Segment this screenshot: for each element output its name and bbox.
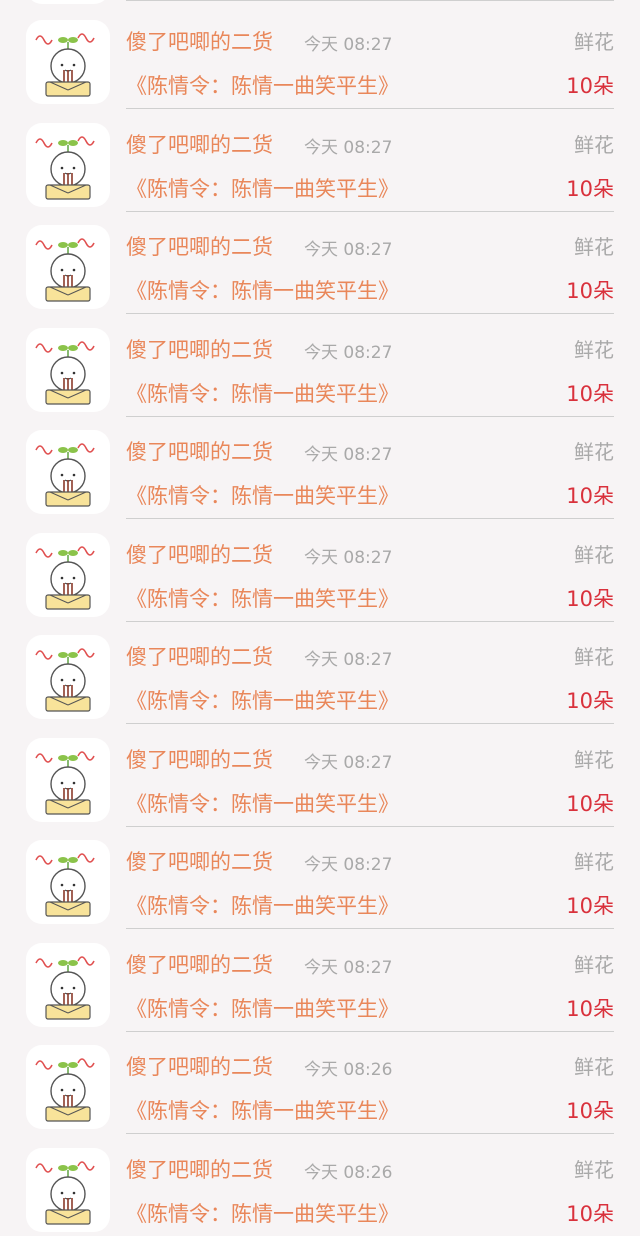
gift-count: 10朵 [566, 993, 614, 1023]
sender-name[interactable]: 傻了吧唧的二货 [126, 334, 273, 364]
book-title-link[interactable]: 《陈情令：陈情一曲笑平生》 [126, 1095, 399, 1125]
gift-count: 10朵 [566, 275, 614, 305]
cartoon-avatar-icon [26, 123, 110, 207]
list-item[interactable]: 傻了吧唧的二货 今天 08:27 鲜花 《陈情令：陈情一曲笑平生》 10朵 [0, 826, 640, 929]
timestamp: 今天 08:26 [304, 1158, 392, 1183]
gift-type: 鲜花 [574, 26, 614, 55]
timestamp: 今天 08:27 [304, 338, 392, 363]
timestamp: 今天 08:27 [304, 440, 392, 465]
avatar[interactable] [26, 123, 110, 207]
cartoon-avatar-icon [26, 20, 110, 104]
sender-name[interactable]: 傻了吧唧的二货 [126, 949, 273, 979]
avatar[interactable] [26, 430, 110, 514]
sender-name[interactable]: 傻了吧唧的二货 [126, 641, 273, 671]
list-item[interactable]: 傻了吧唧的二货 今天 08:27 鲜花 《陈情令：陈情一曲笑平生》 10朵 [0, 6, 640, 109]
timestamp: 今天 08:26 [304, 1055, 392, 1080]
gift-count: 10朵 [566, 685, 614, 715]
avatar[interactable] [26, 840, 110, 924]
list-item[interactable]: 傻了吧唧的二货 今天 08:26 鲜花 《陈情令：陈情一曲笑平生》 10朵 [0, 1031, 640, 1134]
book-title-link[interactable]: 《陈情令：陈情一曲笑平生》 [126, 378, 399, 408]
gift-count: 10朵 [566, 70, 614, 100]
book-title-link[interactable]: 《陈情令：陈情一曲笑平生》 [126, 685, 399, 715]
cartoon-avatar-icon [26, 635, 110, 719]
avatar[interactable] [26, 1045, 110, 1129]
gift-type: 鲜花 [574, 846, 614, 875]
list-item[interactable]: 傻了吧唧的二货 今天 08:27 鲜花 《陈情令：陈情一曲笑平生》 10朵 [0, 416, 640, 519]
gift-record-list: 傻了吧唧的二货 今天 08:27 鲜花 《陈情令：陈情一曲笑平生》 10朵 [0, 0, 640, 1194]
book-title-link[interactable]: 《陈情令：陈情一曲笑平生》 [126, 480, 399, 510]
sender-name[interactable]: 傻了吧唧的二货 [126, 129, 273, 159]
book-title-link[interactable]: 《陈情令：陈情一曲笑平生》 [126, 1198, 399, 1228]
cartoon-avatar-icon [26, 738, 110, 822]
timestamp: 今天 08:27 [304, 543, 392, 568]
timestamp: 今天 08:27 [304, 30, 392, 55]
book-title-link[interactable]: 《陈情令：陈情一曲笑平生》 [126, 275, 399, 305]
avatar[interactable] [26, 20, 110, 104]
cartoon-avatar-icon [26, 943, 110, 1027]
book-title-link[interactable]: 《陈情令：陈情一曲笑平生》 [126, 583, 399, 613]
cartoon-avatar-icon [26, 328, 110, 412]
gift-count: 10朵 [566, 378, 614, 408]
gift-type: 鲜花 [574, 949, 614, 978]
gift-type: 鲜花 [574, 641, 614, 670]
avatar[interactable] [26, 328, 110, 412]
gift-count: 10朵 [566, 890, 614, 920]
gift-count: 10朵 [566, 788, 614, 818]
cartoon-avatar-icon [26, 533, 110, 617]
sender-name[interactable]: 傻了吧唧的二货 [126, 26, 273, 56]
list-item[interactable]: 傻了吧唧的二货 今天 08:27 鲜花 《陈情令：陈情一曲笑平生》 10朵 [0, 109, 640, 212]
avatar[interactable] [26, 1148, 110, 1232]
timestamp: 今天 08:27 [304, 850, 392, 875]
list-item[interactable]: 傻了吧唧的二货 今天 08:27 鲜花 《陈情令：陈情一曲笑平生》 10朵 [0, 314, 640, 417]
gift-type: 鲜花 [574, 334, 614, 363]
cartoon-avatar-icon [26, 840, 110, 924]
gift-count: 10朵 [566, 173, 614, 203]
timestamp: 今天 08:27 [304, 953, 392, 978]
gift-type: 鲜花 [574, 436, 614, 465]
gift-count: 10朵 [566, 1095, 614, 1125]
list-item[interactable]: 傻了吧唧的二货 今天 08:26 鲜花 《陈情令：陈情一曲笑平生》 10朵 [0, 1134, 640, 1236]
timestamp: 今天 08:27 [304, 235, 392, 260]
cartoon-avatar-icon [26, 225, 110, 309]
avatar[interactable] [26, 533, 110, 617]
sender-name[interactable]: 傻了吧唧的二货 [126, 1154, 273, 1184]
book-title-link[interactable]: 《陈情令：陈情一曲笑平生》 [126, 993, 399, 1023]
gift-type: 鲜花 [574, 1154, 614, 1183]
timestamp: 今天 08:27 [304, 133, 392, 158]
cartoon-avatar-icon [26, 1045, 110, 1129]
avatar[interactable] [26, 943, 110, 1027]
gift-type: 鲜花 [574, 231, 614, 260]
book-title-link[interactable]: 《陈情令：陈情一曲笑平生》 [126, 890, 399, 920]
avatar[interactable] [26, 635, 110, 719]
sender-name[interactable]: 傻了吧唧的二货 [126, 1051, 273, 1081]
sender-name[interactable]: 傻了吧唧的二货 [126, 231, 273, 261]
cartoon-avatar-icon [26, 1148, 110, 1232]
cartoon-avatar-icon [26, 430, 110, 514]
list-item[interactable]: 傻了吧唧的二货 今天 08:27 鲜花 《陈情令：陈情一曲笑平生》 10朵 [0, 519, 640, 622]
sender-name[interactable]: 傻了吧唧的二货 [126, 436, 273, 466]
timestamp: 今天 08:27 [304, 748, 392, 773]
book-title-link[interactable]: 《陈情令：陈情一曲笑平生》 [126, 173, 399, 203]
book-title-link[interactable]: 《陈情令：陈情一曲笑平生》 [126, 788, 399, 818]
gift-type: 鲜花 [574, 539, 614, 568]
list-item[interactable]: 傻了吧唧的二货 今天 08:27 鲜花 《陈情令：陈情一曲笑平生》 10朵 [0, 724, 640, 827]
gift-type: 鲜花 [574, 744, 614, 773]
gift-count: 10朵 [566, 583, 614, 613]
avatar[interactable] [26, 0, 110, 4]
sender-name[interactable]: 傻了吧唧的二货 [126, 744, 273, 774]
row-divider [126, 0, 614, 1]
gift-count: 10朵 [566, 480, 614, 510]
gift-count: 10朵 [566, 1198, 614, 1228]
book-title-link[interactable]: 《陈情令：陈情一曲笑平生》 [126, 70, 399, 100]
list-item[interactable]: 傻了吧唧的二货 今天 08:27 鲜花 《陈情令：陈情一曲笑平生》 10朵 [0, 211, 640, 314]
gift-type: 鲜花 [574, 129, 614, 158]
gift-type: 鲜花 [574, 1051, 614, 1080]
avatar[interactable] [26, 738, 110, 822]
list-item[interactable]: 傻了吧唧的二货 今天 08:27 鲜花 《陈情令：陈情一曲笑平生》 10朵 [0, 621, 640, 724]
timestamp: 今天 08:27 [304, 645, 392, 670]
avatar[interactable] [26, 225, 110, 309]
list-item[interactable]: 傻了吧唧的二货 今天 08:27 鲜花 《陈情令：陈情一曲笑平生》 10朵 [0, 929, 640, 1032]
sender-name[interactable]: 傻了吧唧的二货 [126, 539, 273, 569]
sender-name[interactable]: 傻了吧唧的二货 [126, 846, 273, 876]
